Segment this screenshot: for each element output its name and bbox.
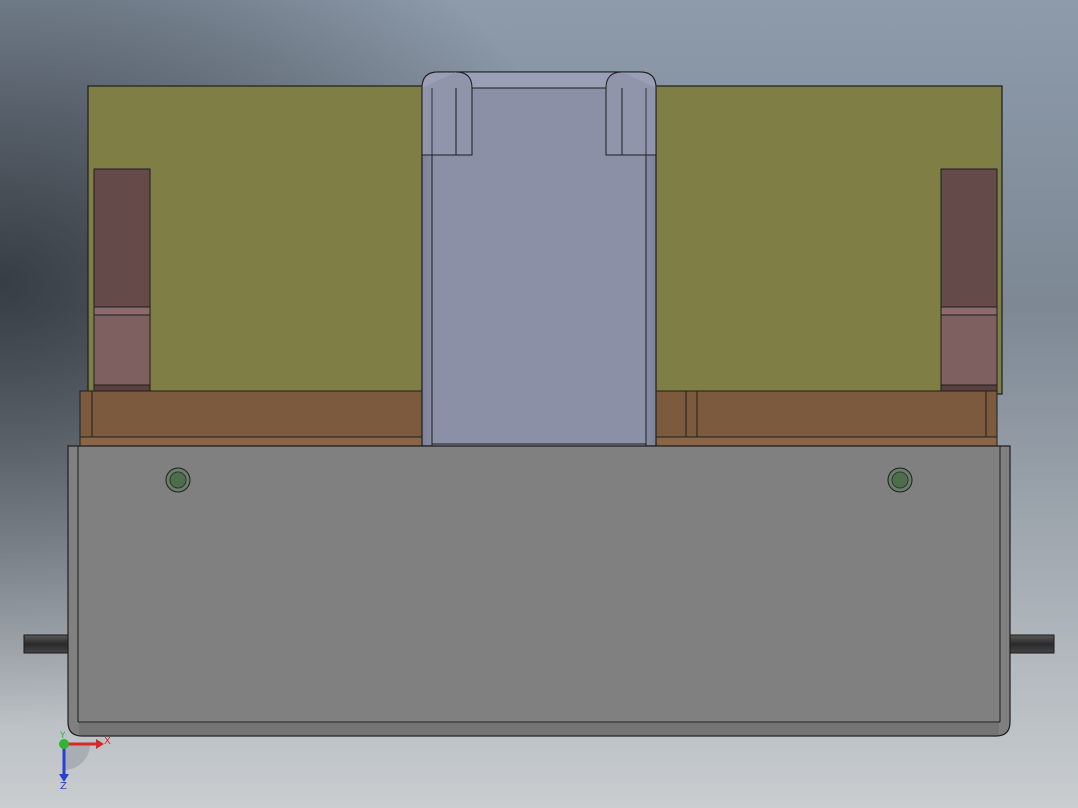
base-block[interactable] <box>67 445 1011 737</box>
left-rod[interactable] <box>23 634 73 654</box>
left-wood-strip[interactable] <box>79 390 425 447</box>
right-guide-block[interactable] <box>940 168 998 394</box>
right-wood-strip[interactable] <box>653 390 998 447</box>
model-canvas[interactable]: X Y Z <box>0 0 1078 808</box>
left-guide-block[interactable] <box>93 168 151 394</box>
right-rod[interactable] <box>1005 634 1055 654</box>
left-screw[interactable] <box>165 467 191 493</box>
y-axis-label: Y <box>59 731 66 741</box>
x-axis-label: X <box>104 736 111 747</box>
cad-viewport[interactable]: X Y Z <box>0 0 1078 808</box>
center-block[interactable] <box>421 71 657 447</box>
right-screw[interactable] <box>887 467 913 493</box>
z-axis-label: Z <box>60 781 67 792</box>
